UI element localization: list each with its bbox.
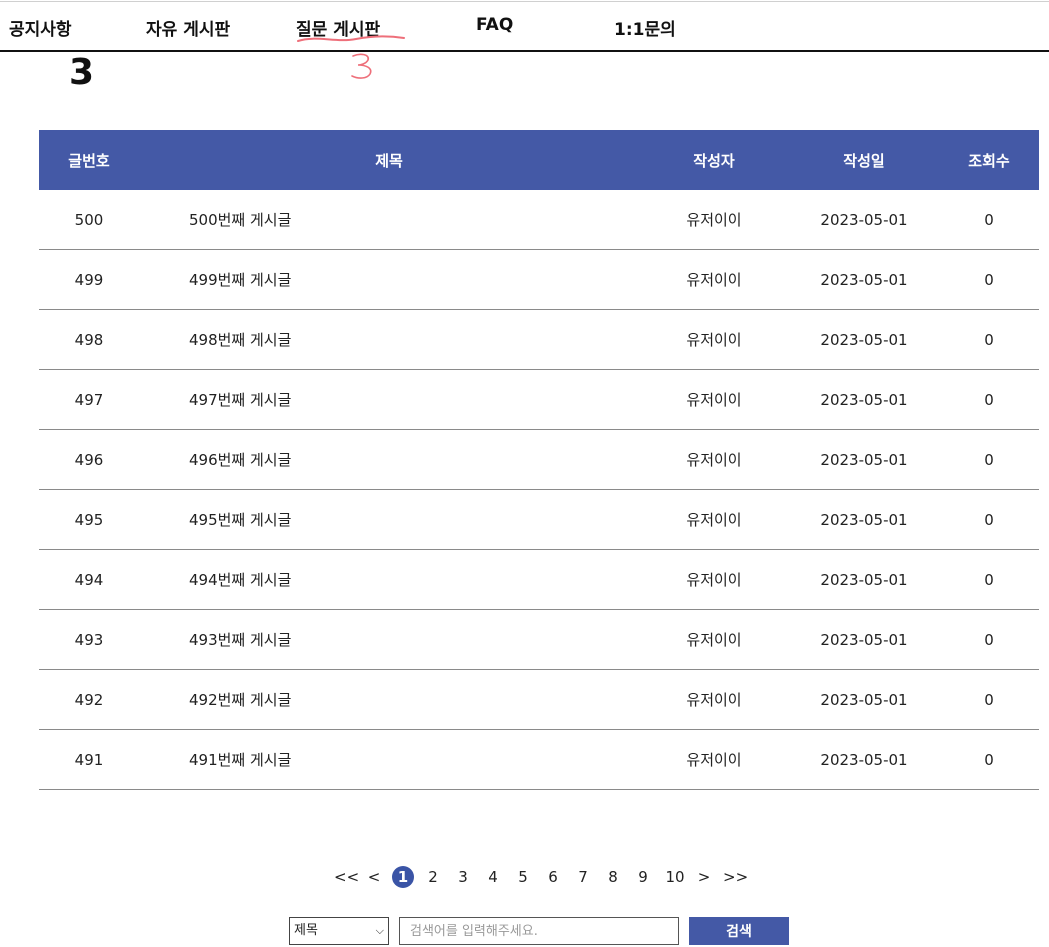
column-header-date: 작성일 (843, 151, 885, 170)
cell-date: 2023-05-01 (789, 489, 939, 550)
cell-date: 2023-05-01 (789, 429, 939, 490)
pagination-page-9[interactable]: 9 (636, 866, 650, 888)
pagination-page-8[interactable]: 8 (606, 866, 620, 888)
table-row[interactable]: 495 495번째 게시글 유저이이 2023-05-01 0 (39, 489, 1039, 550)
column-header-author: 작성자 (693, 151, 735, 170)
chevron-down-icon: ⌵ (375, 924, 384, 937)
cell-views: 0 (939, 190, 1039, 250)
handwritten-underline (297, 35, 405, 42)
cell-date: 2023-05-01 (789, 729, 939, 790)
cell-post-title[interactable]: 497번째 게시글 (139, 369, 639, 430)
nav-item-free-board[interactable]: 자유 게시판 (146, 15, 230, 40)
cell-author: 유저이이 (639, 309, 789, 370)
table-row[interactable]: 496 496번째 게시글 유저이이 2023-05-01 0 (39, 429, 1039, 490)
cell-author: 유저이이 (639, 369, 789, 430)
pagination-last[interactable]: >> (723, 866, 748, 888)
cell-post-title[interactable]: 496번째 게시글 (139, 429, 639, 490)
cell-post-number: 500 (39, 190, 139, 250)
cell-views: 0 (939, 669, 1039, 730)
cell-post-number: 498 (39, 309, 139, 370)
cell-date: 2023-05-01 (789, 309, 939, 370)
cell-author: 유저이이 (639, 190, 789, 250)
cell-post-title[interactable]: 491번째 게시글 (139, 729, 639, 790)
cell-post-title[interactable]: 495번째 게시글 (139, 489, 639, 550)
pagination-page-1[interactable]: 1 (392, 866, 414, 888)
nav-item-notice[interactable]: 공지사항 (9, 15, 72, 40)
pagination-page-7[interactable]: 7 (576, 866, 590, 888)
table-row[interactable]: 497 497번째 게시글 유저이이 2023-05-01 0 (39, 369, 1039, 430)
cell-views: 0 (939, 249, 1039, 310)
cell-views: 0 (939, 729, 1039, 790)
cell-date: 2023-05-01 (789, 609, 939, 670)
cell-date: 2023-05-01 (789, 369, 939, 430)
cell-author: 유저이이 (639, 549, 789, 610)
cell-post-title[interactable]: 498번째 게시글 (139, 309, 639, 370)
cell-post-title[interactable]: 499번째 게시글 (139, 249, 639, 310)
cell-post-number: 494 (39, 549, 139, 610)
cell-views: 0 (939, 489, 1039, 550)
pagination-page-10[interactable]: 10 (663, 866, 687, 888)
cell-author: 유저이이 (639, 669, 789, 730)
cell-post-number: 493 (39, 609, 139, 670)
table-row[interactable]: 492 492번째 게시글 유저이이 2023-05-01 0 (39, 669, 1039, 730)
column-header-no: 글번호 (68, 151, 110, 170)
main-nav: 공지사항 자유 게시판 질문 게시판 FAQ 1:1문의 (0, 2, 1049, 52)
pagination-page-3[interactable]: 3 (456, 866, 470, 888)
cell-date: 2023-05-01 (789, 190, 939, 250)
cell-views: 0 (939, 309, 1039, 370)
page-number-heading: 3 (69, 52, 95, 93)
cell-post-number: 499 (39, 249, 139, 310)
cell-post-number: 492 (39, 669, 139, 730)
cell-date: 2023-05-01 (789, 549, 939, 610)
pagination-first[interactable]: << (334, 866, 359, 888)
column-header-title: 제목 (375, 151, 403, 170)
cell-post-number: 496 (39, 429, 139, 490)
search-field-selected-value: 제목 (294, 923, 318, 938)
cell-views: 0 (939, 549, 1039, 610)
pagination-page-6[interactable]: 6 (546, 866, 560, 888)
cell-date: 2023-05-01 (789, 249, 939, 310)
cell-post-number: 495 (39, 489, 139, 550)
board-header-row: 글번호 제목 작성자 작성일 조회수 (39, 130, 1039, 190)
board-table: 글번호 제목 작성자 작성일 조회수 500 500번째 게시글 유저이이 2023-… (39, 130, 1039, 790)
table-row[interactable]: 493 493번째 게시글 유저이이 2023-05-01 0 (39, 609, 1039, 670)
pagination-page-2[interactable]: 2 (426, 866, 440, 888)
table-row[interactable]: 494 494번째 게시글 유저이이 2023-05-01 0 (39, 549, 1039, 610)
cell-author: 유저이이 (639, 429, 789, 490)
table-row[interactable]: 500 500번째 게시글 유저이이 2023-05-01 0 (39, 190, 1039, 250)
column-header-views: 조회수 (968, 151, 1010, 170)
pagination: << < 1 2 3 4 5 6 7 8 9 10 > >> (0, 866, 1049, 890)
cell-post-title[interactable]: 494번째 게시글 (139, 549, 639, 610)
cell-author: 유저이이 (639, 249, 789, 310)
cell-post-title[interactable]: 500번째 게시글 (139, 190, 639, 250)
table-row[interactable]: 498 498번째 게시글 유저이이 2023-05-01 0 (39, 309, 1039, 370)
pagination-next[interactable]: > (697, 866, 711, 888)
pagination-page-4[interactable]: 4 (486, 866, 500, 888)
table-row[interactable]: 499 499번째 게시글 유저이이 2023-05-01 0 (39, 249, 1039, 310)
cell-post-title[interactable]: 493번째 게시글 (139, 609, 639, 670)
cell-views: 0 (939, 429, 1039, 490)
pagination-page-5[interactable]: 5 (516, 866, 530, 888)
cell-post-number: 491 (39, 729, 139, 790)
cell-author: 유저이이 (639, 729, 789, 790)
pagination-prev[interactable]: < (367, 866, 381, 888)
cell-views: 0 (939, 369, 1039, 430)
handwritten-annotation-mark (351, 53, 372, 79)
cell-date: 2023-05-01 (789, 669, 939, 730)
nav-item-faq[interactable]: FAQ (476, 15, 513, 35)
cell-post-number: 497 (39, 369, 139, 430)
cell-views: 0 (939, 609, 1039, 670)
cell-author: 유저이이 (639, 609, 789, 670)
cell-author: 유저이이 (639, 489, 789, 550)
nav-item-inquiry[interactable]: 1:1문의 (614, 15, 676, 40)
cell-post-title[interactable]: 492번째 게시글 (139, 669, 639, 730)
table-row[interactable]: 491 491번째 게시글 유저이이 2023-05-01 0 (39, 729, 1039, 790)
